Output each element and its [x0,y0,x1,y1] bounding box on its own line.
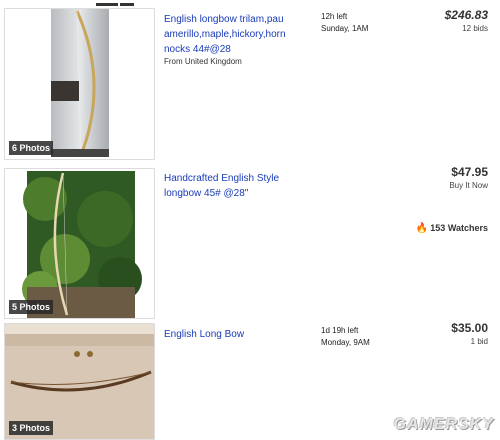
listing-image[interactable]: 3 Photos [4,323,155,440]
listing-title[interactable]: Handcrafted English Style longbow 45# @2… [164,171,314,201]
flame-icon: 🔥 [415,223,429,234]
listing-price: $35.00 [451,321,488,335]
watchers-label: 153 Watchers [430,223,488,233]
listing-1[interactable]: 6 Photos English longbow trilam,pau amer… [0,0,500,165]
photo-count-badge: 6 Photos [9,141,54,155]
listing-title[interactable]: English longbow trilam,pau amerillo,mapl… [164,12,314,57]
photo-count-badge: 5 Photos [9,300,54,314]
watchers-count: 🔥 153 Watchers [416,223,488,234]
listing-2[interactable]: 5 Photos Handcrafted English Style longb… [0,165,500,320]
watermark: GAMERSKY [393,416,494,433]
longbow-photo [5,9,154,159]
end-time: Sunday, 1AM [321,24,369,33]
buy-it-now-label: Buy It Now [449,181,488,190]
end-time: Monday, 9AM [321,338,370,347]
listing-image[interactable]: 6 Photos [4,8,155,160]
listing-title[interactable]: English Long Bow [164,327,314,342]
bid-count: 1 bid [470,337,488,346]
bid-count: 12 bids [462,24,488,33]
longbow-forest-photo [5,169,154,318]
time-left: 12h left [321,12,348,21]
time-left: 1d 19h left [321,326,359,335]
listing-price: $47.95 [451,165,488,179]
listing-image[interactable]: 5 Photos [4,168,155,319]
listing-origin: From United Kingdom [164,57,242,66]
listing-price: $246.83 [444,8,488,22]
photo-count-badge: 3 Photos [9,421,54,435]
